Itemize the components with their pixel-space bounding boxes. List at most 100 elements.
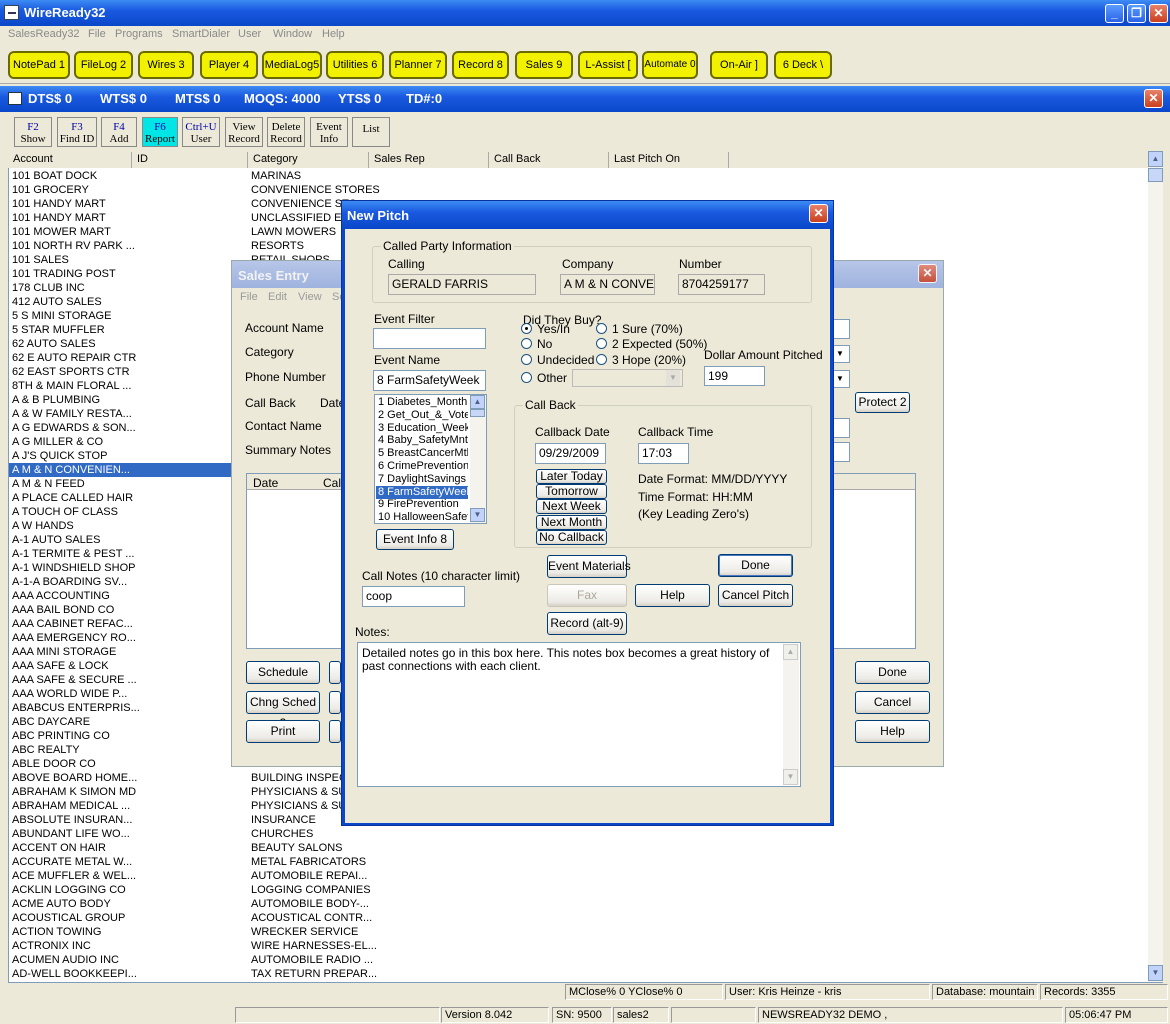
- call-notes-field[interactable]: coop: [362, 586, 465, 607]
- list-scrollbar[interactable]: ▲ ▼: [1148, 151, 1163, 982]
- minimize-icon[interactable]: _: [1105, 4, 1124, 23]
- event-list-item[interactable]: 1 Diabetes_Month: [376, 396, 468, 409]
- report-button[interactable]: F6 Report: [142, 117, 178, 147]
- account-name-field[interactable]: [832, 319, 850, 339]
- event-list-item[interactable]: 5 BreastCancerMth: [376, 447, 468, 460]
- scroll-up-icon[interactable]: ▲: [1148, 151, 1163, 167]
- scroll-down-icon[interactable]: ▼: [1148, 965, 1163, 981]
- event-scroll-up-icon[interactable]: ▲: [470, 395, 485, 409]
- table-row[interactable]: 101 BOAT DOCK MARINAS: [9, 169, 1147, 183]
- table-row[interactable]: ACUMEN AUDIO INC AUTOMOBILE RADIO ...: [9, 953, 1147, 967]
- col-account[interactable]: Account: [8, 152, 132, 168]
- col-category[interactable]: Category: [248, 152, 369, 168]
- no-label[interactable]: No: [537, 337, 552, 351]
- next-week-button[interactable]: Next Week: [536, 499, 607, 514]
- protect-button[interactable]: Protect 2: [855, 392, 910, 413]
- table-row[interactable]: ACTRONIX INC WIRE HARNESSES-EL...: [9, 939, 1147, 953]
- hidden-button-2[interactable]: [329, 691, 341, 714]
- sales-button[interactable]: Sales 9: [515, 51, 573, 79]
- event-info-8-button[interactable]: Event Info 8: [376, 529, 454, 550]
- table-row[interactable]: ACCENT ON HAIR BEAUTY SALONS: [9, 841, 1147, 855]
- find-id-button[interactable]: F3 Find ID: [57, 117, 97, 147]
- table-row[interactable]: A M & N CONVENIEN...: [9, 463, 232, 477]
- notes-scroll-down-icon[interactable]: ▼: [783, 769, 798, 785]
- menu-window[interactable]: Window: [273, 28, 312, 40]
- sales-menu-view[interactable]: View: [298, 291, 322, 303]
- event-list-item[interactable]: 2 Get_Out_&_Vote: [376, 409, 468, 422]
- radio-other[interactable]: [521, 372, 532, 383]
- col-call-back[interactable]: Call Back: [489, 152, 609, 168]
- callback-time-field[interactable]: 17:03: [638, 443, 689, 464]
- wires-button[interactable]: Wires 3: [138, 51, 194, 79]
- table-row[interactable]: AD-WELL BOOKKEEPI... TAX RETURN PREPAR...: [9, 967, 1147, 981]
- table-row[interactable]: ACCURATE METAL W... METAL FABRICATORS: [9, 855, 1147, 869]
- event-list-item[interactable]: 10 HalloweenSafety: [376, 511, 468, 523]
- change-schedule-button[interactable]: Chng Sched 3: [246, 691, 320, 730]
- later-today-button[interactable]: Later Today: [536, 469, 607, 484]
- menu-programs[interactable]: Programs: [115, 28, 163, 40]
- utilities-button[interactable]: Utilities 6: [326, 51, 384, 79]
- radio-hope[interactable]: [596, 354, 607, 365]
- radio-no[interactable]: [521, 338, 532, 349]
- delete-record-button[interactable]: Delete Record: [267, 117, 305, 147]
- sales-menu-edit[interactable]: Edit: [268, 291, 287, 303]
- event-scroll-down-icon[interactable]: ▼: [470, 508, 485, 522]
- planner-button[interactable]: Planner 7: [389, 51, 447, 79]
- event-list[interactable]: 10 HalloweenSafety 9 FirePrevention 8 Farm…: [374, 394, 487, 524]
- sales-menu-file[interactable]: File: [240, 291, 258, 303]
- event-list-scrollbar[interactable]: ▲ ▼: [470, 395, 486, 523]
- hidden-button-3[interactable]: [329, 720, 341, 743]
- no-callback-button[interactable]: No Callback: [536, 530, 607, 545]
- menu-user[interactable]: User: [238, 28, 261, 40]
- dollar-amount-field[interactable]: 199: [704, 366, 765, 386]
- callback-date-field[interactable]: 09/29/2009: [535, 443, 606, 464]
- l-assist-button[interactable]: L-Assist [: [578, 51, 638, 79]
- next-month-button[interactable]: Next Month: [536, 515, 607, 530]
- event-list-item[interactable]: 4 Baby_SafetyMnth: [376, 434, 468, 447]
- sales-cancel-button[interactable]: Cancel: [855, 691, 930, 714]
- event-materials-button[interactable]: Event Materials: [547, 555, 631, 578]
- sales-help-button[interactable]: Help: [855, 720, 930, 743]
- automate-button[interactable]: Automate 0: [642, 51, 698, 79]
- user-button[interactable]: Ctrl+U User: [182, 117, 220, 147]
- radio-sure[interactable]: [596, 323, 607, 334]
- inner-close-icon[interactable]: ✕: [1144, 89, 1163, 108]
- undecided-label[interactable]: Undecided: [537, 353, 594, 367]
- grid-col-date[interactable]: Date: [253, 476, 278, 490]
- on-air-button[interactable]: On-Air ]: [710, 51, 768, 79]
- table-row[interactable]: 101 GROCERY CONVENIENCE STORES: [9, 183, 1147, 197]
- radio-expected[interactable]: [596, 338, 607, 349]
- event-list-item[interactable]: 8 FarmSafetyWeek: [376, 485, 468, 499]
- fax-button[interactable]: Fax: [547, 584, 627, 607]
- other-dropdown[interactable]: ▼: [572, 369, 683, 387]
- done-button[interactable]: Done: [718, 554, 793, 577]
- contact-name-field[interactable]: [832, 418, 850, 438]
- close-icon[interactable]: ✕: [1149, 4, 1168, 23]
- col-sales-rep[interactable]: Sales Rep: [369, 152, 489, 168]
- notes-textarea[interactable]: Detailed notes go in this box here. This…: [357, 642, 801, 787]
- maximize-icon[interactable]: ❐: [1127, 4, 1146, 23]
- menu-help[interactable]: Help: [322, 28, 345, 40]
- table-row[interactable]: ACKLIN LOGGING CO LOGGING COMPANIES: [9, 883, 1147, 897]
- event-name-field[interactable]: 8 FarmSafetyWeek: [373, 370, 486, 391]
- six-deck-button[interactable]: 6 Deck \: [774, 51, 832, 79]
- summary-notes-field[interactable]: [832, 442, 850, 462]
- col-id[interactable]: ID: [132, 152, 248, 168]
- view-record-button[interactable]: View Record: [225, 117, 263, 147]
- sales-close-icon[interactable]: ✕: [918, 264, 937, 283]
- event-list-item[interactable]: 9 FirePrevention: [376, 498, 468, 511]
- table-row[interactable]: ACME AUTO BODY AUTOMOBILE BODY-...: [9, 897, 1147, 911]
- col-last-pitch-on[interactable]: Last Pitch On: [609, 152, 729, 168]
- menu-smartdialer[interactable]: SmartDialer: [172, 28, 230, 40]
- other-label[interactable]: Other: [537, 371, 567, 385]
- yes-label[interactable]: Yes/In: [537, 322, 570, 336]
- scroll-thumb[interactable]: [1148, 168, 1163, 182]
- print-button[interactable]: Print: [246, 720, 320, 743]
- event-list-item[interactable]: 7 DaylightSavings: [376, 473, 468, 486]
- filelog-button[interactable]: FileLog 2: [74, 51, 133, 79]
- notes-scrollbar[interactable]: ▲ ▼: [783, 644, 799, 785]
- table-row[interactable]: ABUNDANT LIFE WO... CHURCHES: [9, 827, 1147, 841]
- schedule-button[interactable]: Schedule: [246, 661, 320, 684]
- add-button[interactable]: F4 Add: [101, 117, 137, 147]
- category-dropdown[interactable]: ▼: [832, 345, 850, 363]
